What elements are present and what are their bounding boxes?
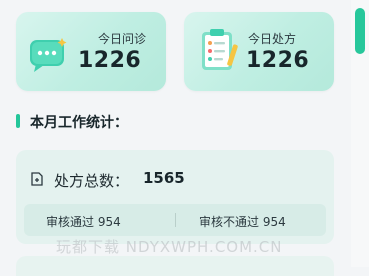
today-consultations-card[interactable]: 今日问诊 1226 [16, 12, 166, 91]
rejected-count: 审核不通过 954 [199, 215, 286, 229]
section-title: 本月工作统计： [30, 115, 128, 131]
scrollbar-thumb[interactable] [355, 8, 365, 54]
divider [175, 213, 176, 227]
prescription-stats-card: 处方总数： 1565 审核通过 954 审核不通过 954 [16, 150, 334, 244]
today-prescriptions-card[interactable]: 今日处方 1226 [184, 12, 334, 91]
next-card-peek [16, 256, 334, 276]
watermark-text: 玩都下载 NDYXWPH.COM.CN [56, 238, 283, 256]
today-prescriptions-value: 1226 [246, 48, 310, 73]
today-consultations-label: 今日问诊 [98, 32, 147, 46]
scrollbar[interactable] [351, 0, 369, 267]
today-prescriptions-label: 今日处方 [248, 32, 297, 46]
document-icon [31, 172, 43, 186]
prescription-clipboard-icon [202, 29, 238, 70]
chat-bubble-icon [30, 38, 67, 72]
section-accent-bar [16, 114, 20, 128]
review-breakdown: 审核通过 954 审核不通过 954 [24, 204, 326, 236]
today-consultations-value: 1226 [78, 48, 142, 73]
approved-count: 审核通过 954 [46, 215, 121, 229]
prescription-total-value: 1565 [143, 169, 185, 187]
prescription-total-label: 处方总数： [54, 172, 130, 190]
